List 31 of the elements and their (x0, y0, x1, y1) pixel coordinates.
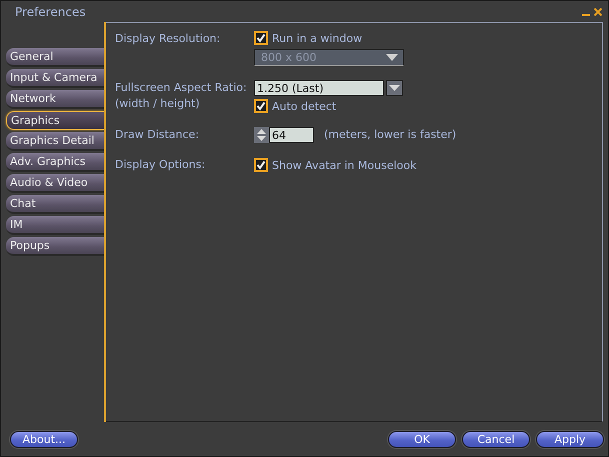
aspect-ratio-field[interactable]: 1.250 (Last) (254, 80, 384, 96)
tab[interactable]: Network (6, 90, 104, 109)
tab[interactable]: Popups (6, 237, 104, 256)
checkbox[interactable] (254, 158, 268, 172)
tab[interactable]: Chat (6, 195, 104, 214)
field-label: Draw Distance: (115, 127, 200, 143)
tab[interactable]: Audio & Video (6, 174, 104, 193)
tab[interactable]: Adv. Graphics (6, 153, 104, 172)
checkbox-label: Auto detect (272, 100, 336, 112)
spinner-icon[interactable] (254, 127, 269, 143)
tab[interactable]: Graphics Detail (6, 132, 104, 151)
field-label: Fullscreen Aspect Ratio: (115, 80, 247, 96)
about-button[interactable]: About... (10, 430, 78, 448)
field-sublabel: (width / height) (115, 96, 200, 112)
close-icon[interactable] (594, 8, 602, 16)
window-title: Preferences (15, 4, 87, 18)
checkbox[interactable] (254, 31, 268, 45)
draw-distance-field[interactable]: 64 (269, 127, 314, 143)
checkbox[interactable] (254, 99, 268, 113)
tab[interactable]: Input & Camera (6, 69, 104, 88)
tab[interactable]: General (6, 48, 104, 67)
tab[interactable]: IM (6, 216, 104, 235)
field-label: Display Resolution: (115, 31, 222, 47)
checkbox-label: Run in a window (272, 32, 362, 44)
apply-button[interactable]: Apply (536, 430, 604, 448)
ok-button[interactable]: OK (388, 430, 456, 448)
field-label: Display Options: (115, 157, 206, 173)
checkbox-label: Show Avatar in Mouselook (272, 158, 416, 172)
tab[interactable]: Graphics (6, 111, 104, 130)
hint-text: (meters, lower is faster) (324, 127, 456, 143)
cancel-button[interactable]: Cancel (462, 430, 530, 448)
